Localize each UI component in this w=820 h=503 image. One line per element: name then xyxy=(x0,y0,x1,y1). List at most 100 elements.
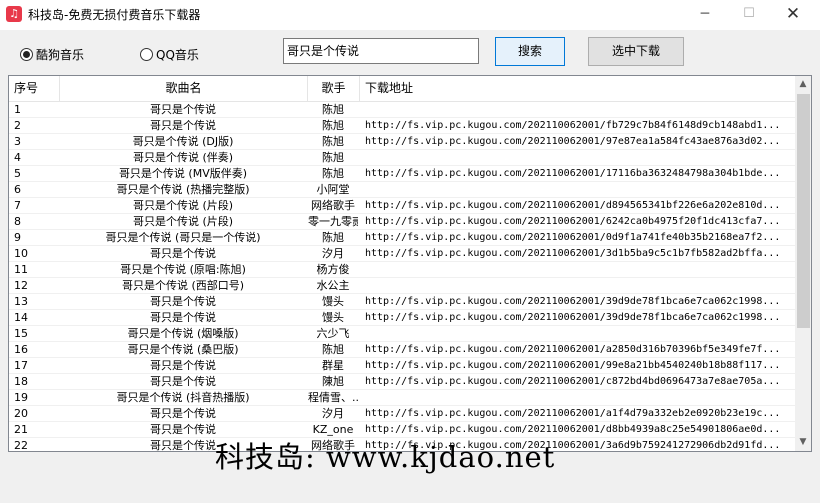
download-url xyxy=(365,150,790,165)
download-selected-button[interactable]: 选中下载 xyxy=(588,37,684,66)
radio-kugou[interactable]: 酷狗音乐 xyxy=(20,46,84,62)
singer-name: 馒头 xyxy=(322,311,344,324)
song-name: 哥只是个传说 (桑巴版) xyxy=(127,343,239,356)
table-row[interactable]: 4 哥只是个传说 (伴奏) 陈旭 xyxy=(9,150,795,166)
table-row[interactable]: 10 哥只是个传说 汐月 http://fs.vip.pc.kugou.com/202… xyxy=(9,246,795,262)
table-row[interactable]: 15 哥只是个传说 (烟嗓版) 六少飞 xyxy=(9,326,795,342)
song-name: 哥只是个传说 xyxy=(150,103,216,116)
download-url: http://fs.vip.pc.kugou.com/202110062001/… xyxy=(365,136,781,147)
download-url: http://fs.vip.pc.kugou.com/202110062001/… xyxy=(365,376,781,387)
table-row[interactable]: 13 哥只是个传说 馒头 http://fs.vip.pc.kugou.com/202… xyxy=(9,294,795,310)
search-button[interactable]: 搜索 xyxy=(495,37,565,66)
row-number: 9 xyxy=(14,231,21,244)
table-row[interactable]: 20 哥只是个传说 汐月 http://fs.vip.pc.kugou.com/202… xyxy=(9,406,795,422)
song-name: 哥只是个传说 xyxy=(150,119,216,132)
download-url: http://fs.vip.pc.kugou.com/202110062001/… xyxy=(365,200,781,211)
scroll-down-arrow-icon[interactable]: ▼ xyxy=(795,434,811,451)
row-number: 14 xyxy=(14,311,28,324)
download-url: http://fs.vip.pc.kugou.com/202110062001/… xyxy=(365,248,781,259)
download-url: http://fs.vip.pc.kugou.com/202110062001/… xyxy=(365,216,781,227)
table-row[interactable]: 9 哥只是个传说 (哥只是一个传说) 陈旭 http://fs.vip.pc.kugo… xyxy=(9,230,795,246)
table-row[interactable]: 16 哥只是个传说 (桑巴版) 陈旭 http://fs.vip.pc.kugou.c… xyxy=(9,342,795,358)
download-url: http://fs.vip.pc.kugou.com/202110062001/… xyxy=(365,232,781,243)
singer-name: 水公主 xyxy=(316,279,350,292)
song-name: 哥只是个传说 xyxy=(150,247,216,260)
singer-name: 汐月 xyxy=(322,247,344,260)
watermark-text: 科技岛: www.kjdao.net xyxy=(215,440,556,474)
table-row[interactable]: 8 哥只是个传说 (片段) 零一九零贰 http://fs.vip.pc.kugou.… xyxy=(9,214,795,230)
table-row[interactable]: 3 哥只是个传说 (DJ版) 陈旭 http://fs.vip.pc.kugou.co… xyxy=(9,134,795,150)
table-header: 序号 歌曲名 歌手 下载地址 xyxy=(9,76,795,102)
vertical-scrollbar[interactable]: ▲ ▼ xyxy=(795,76,811,451)
singer-name: 陈旭 xyxy=(322,231,344,244)
header-no[interactable]: 序号 xyxy=(9,76,60,101)
singer-name: 群星 xyxy=(322,359,344,372)
song-name: 哥只是个传说 xyxy=(150,359,216,372)
radio-qq-label: QQ音乐 xyxy=(156,48,199,62)
song-name: 哥只是个传说 (MV版伴奏) xyxy=(118,167,248,180)
row-number: 15 xyxy=(14,327,28,340)
song-name: 哥只是个传说 xyxy=(150,295,216,308)
row-number: 20 xyxy=(14,407,28,420)
singer-name: 杨方俊 xyxy=(316,263,350,276)
row-number: 16 xyxy=(14,343,28,356)
download-url xyxy=(365,182,790,197)
table-row[interactable]: 6 哥只是个传说 (热播完整版) 小阿堂 xyxy=(9,182,795,198)
row-number: 1 xyxy=(14,103,21,116)
song-name: 哥只是个传说 xyxy=(150,375,216,388)
table-row[interactable]: 1 哥只是个传说 陈旭 xyxy=(9,102,795,118)
table-row[interactable]: 7 哥只是个传说 (片段) 网络歌手 http://fs.vip.pc.kugou.c… xyxy=(9,198,795,214)
singer-name: 程倩雪、... xyxy=(308,391,358,404)
singer-name: 零一九零贰 xyxy=(308,215,358,228)
row-number: 2 xyxy=(14,119,21,132)
download-url: http://fs.vip.pc.kugou.com/202110062001/… xyxy=(365,296,781,307)
maximize-button[interactable]: ☐ xyxy=(726,0,772,30)
download-url: http://fs.vip.pc.kugou.com/202110062001/… xyxy=(365,360,781,371)
scrollbar-thumb[interactable] xyxy=(797,94,810,328)
search-input[interactable]: 哥只是个传说 xyxy=(283,38,479,64)
row-number: 3 xyxy=(14,135,21,148)
main-panel: 酷狗音乐 QQ音乐 哥只是个传说 搜索 选中下载 序号 歌曲名 歌手 下载地址 … xyxy=(0,30,820,503)
singer-name: 陈旭 xyxy=(322,103,344,116)
results-table[interactable]: 序号 歌曲名 歌手 下载地址 1 哥只是个传说 陈旭 2 哥只是个传说 陈旭 http://… xyxy=(8,75,812,452)
song-name: 哥只是个传说 (烟嗓版) xyxy=(127,327,239,340)
song-name: 哥只是个传说 (片段) xyxy=(132,199,234,212)
header-url[interactable]: 下载地址 xyxy=(360,76,795,101)
song-name: 哥只是个传说 xyxy=(150,311,216,324)
singer-name: 陈旭 xyxy=(322,151,344,164)
table-row[interactable]: 17 哥只是个传说 群星 http://fs.vip.pc.kugou.com/202… xyxy=(9,358,795,374)
table-row[interactable]: 14 哥只是个传说 馒头 http://fs.vip.pc.kugou.com/202… xyxy=(9,310,795,326)
radio-qq[interactable]: QQ音乐 xyxy=(140,46,199,62)
song-name: 哥只是个传说 (DJ版) xyxy=(132,135,234,148)
header-singer[interactable]: 歌手 xyxy=(308,76,360,101)
scroll-up-arrow-icon[interactable]: ▲ xyxy=(795,76,811,93)
table-row[interactable]: 2 哥只是个传说 陈旭 http://fs.vip.pc.kugou.com/2021… xyxy=(9,118,795,134)
row-number: 12 xyxy=(14,279,28,292)
close-button[interactable]: ✕ xyxy=(770,0,816,30)
singer-name: 陈旭 xyxy=(322,167,344,180)
song-name: 哥只是个传说 (哥只是一个传说) xyxy=(105,231,261,244)
radio-checked-icon xyxy=(20,48,33,61)
download-url xyxy=(365,102,790,117)
singer-name: 陈旭 xyxy=(322,343,344,356)
title-bar: ♫ 科技岛-免费无损付费音乐下载器 ─ ☐ ✕ xyxy=(0,0,820,30)
song-name: 哥只是个传说 (伴奏) xyxy=(132,151,234,164)
row-number: 6 xyxy=(14,183,21,196)
singer-name: 陈旭 xyxy=(322,119,344,132)
song-name: 哥只是个传说 (西部口号) xyxy=(121,279,245,292)
table-row[interactable]: 12 哥只是个传说 (西部口号) 水公主 xyxy=(9,278,795,294)
singer-name: 馒头 xyxy=(322,295,344,308)
music-note-icon: ♫ xyxy=(6,6,22,22)
song-name: 哥只是个传说 (抖音热播版) xyxy=(116,391,250,404)
song-name: 哥只是个传说 (热播完整版) xyxy=(116,183,250,196)
header-song[interactable]: 歌曲名 xyxy=(60,76,308,101)
table-row[interactable]: 18 哥只是个传说 陳旭 http://fs.vip.pc.kugou.com/202… xyxy=(9,374,795,390)
table-row[interactable]: 11 哥只是个传说 (原唱:陈旭) 杨方俊 xyxy=(9,262,795,278)
table-row[interactable]: 19 哥只是个传说 (抖音热播版) 程倩雪、... xyxy=(9,390,795,406)
download-url: http://fs.vip.pc.kugou.com/202110062001/… xyxy=(365,344,781,355)
download-url: http://fs.vip.pc.kugou.com/202110062001/… xyxy=(365,168,781,179)
table-row[interactable]: 5 哥只是个传说 (MV版伴奏) 陈旭 http://fs.vip.pc.kugou.… xyxy=(9,166,795,182)
download-url: http://fs.vip.pc.kugou.com/202110062001/… xyxy=(365,408,781,419)
minimize-button[interactable]: ─ xyxy=(682,0,728,30)
table-body: 1 哥只是个传说 陈旭 2 哥只是个传说 陈旭 http://fs.vip.pc.kugou… xyxy=(9,102,795,451)
